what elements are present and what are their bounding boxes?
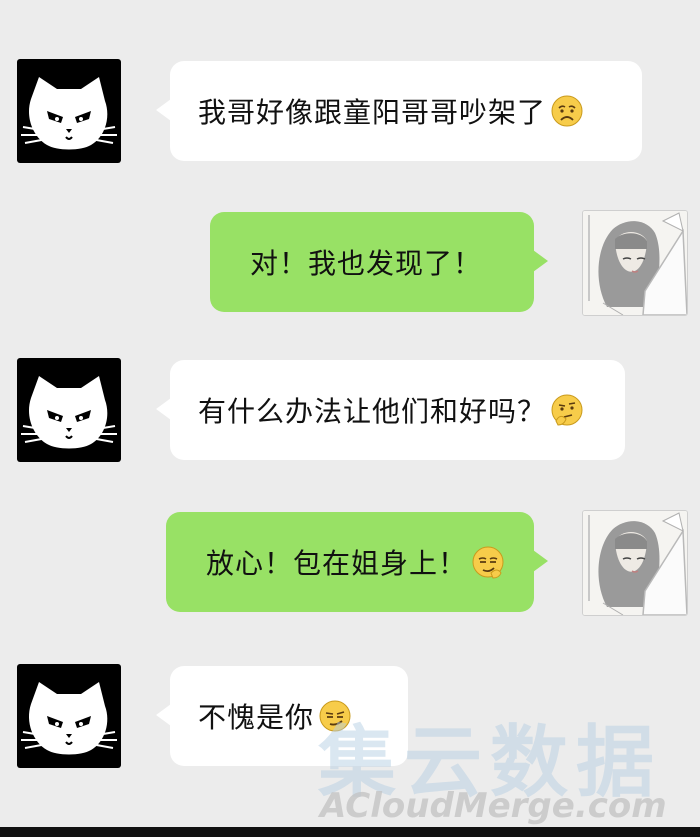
girl-portrait-icon [583,211,687,315]
message-bubble-incoming[interactable]: 我哥好像跟童阳哥哥吵架了 [156,61,642,161]
cat-icon [20,375,118,450]
message-row: 有什么办法让他们和好吗？ [0,358,700,466]
message-text: 我哥好像跟童阳哥哥吵架了 [198,96,547,129]
message-bubble-outgoing[interactable]: 对！我也发现了！ [210,212,548,312]
bottom-bar [0,827,700,837]
smug-face-icon [472,546,504,579]
cat-icon [20,681,118,756]
bubble-tail [156,704,171,726]
cat-avatar[interactable] [17,664,121,768]
message-bubble-outgoing[interactable]: 放心！包在姐身上！ [166,512,548,612]
girl-avatar[interactable] [582,510,688,616]
message-row: 不愧是你 [0,664,700,772]
message-bubble-incoming[interactable]: 有什么办法让他们和好吗？ [156,360,625,460]
bubble-tail [533,250,548,272]
worried-face-icon [551,95,583,127]
bubble-tail [156,99,171,121]
message-row: 对！我也发现了！ [0,210,700,318]
cat-icon [20,76,118,151]
message-text: 有什么办法让他们和好吗？ [198,395,547,428]
message-bubble-incoming[interactable]: 不愧是你 [156,666,408,766]
smirk-face-icon [319,700,351,732]
thinking-face-icon [551,394,583,426]
cat-avatar[interactable] [17,59,121,163]
cat-avatar[interactable] [17,358,121,462]
message-text: 不愧是你 [198,701,315,734]
message-row: 放心！包在姐身上！ [0,510,700,618]
message-text: 对！我也发现了！ [250,247,483,280]
bubble-tail [156,398,171,420]
message-row: 我哥好像跟童阳哥哥吵架了 [0,59,700,167]
bubble-tail [533,550,548,572]
watermark-english: ACloudMerge.com [320,786,667,826]
girl-portrait-icon [583,511,687,615]
message-text: 放心！包在姐身上！ [206,547,468,580]
girl-avatar[interactable] [582,210,688,316]
